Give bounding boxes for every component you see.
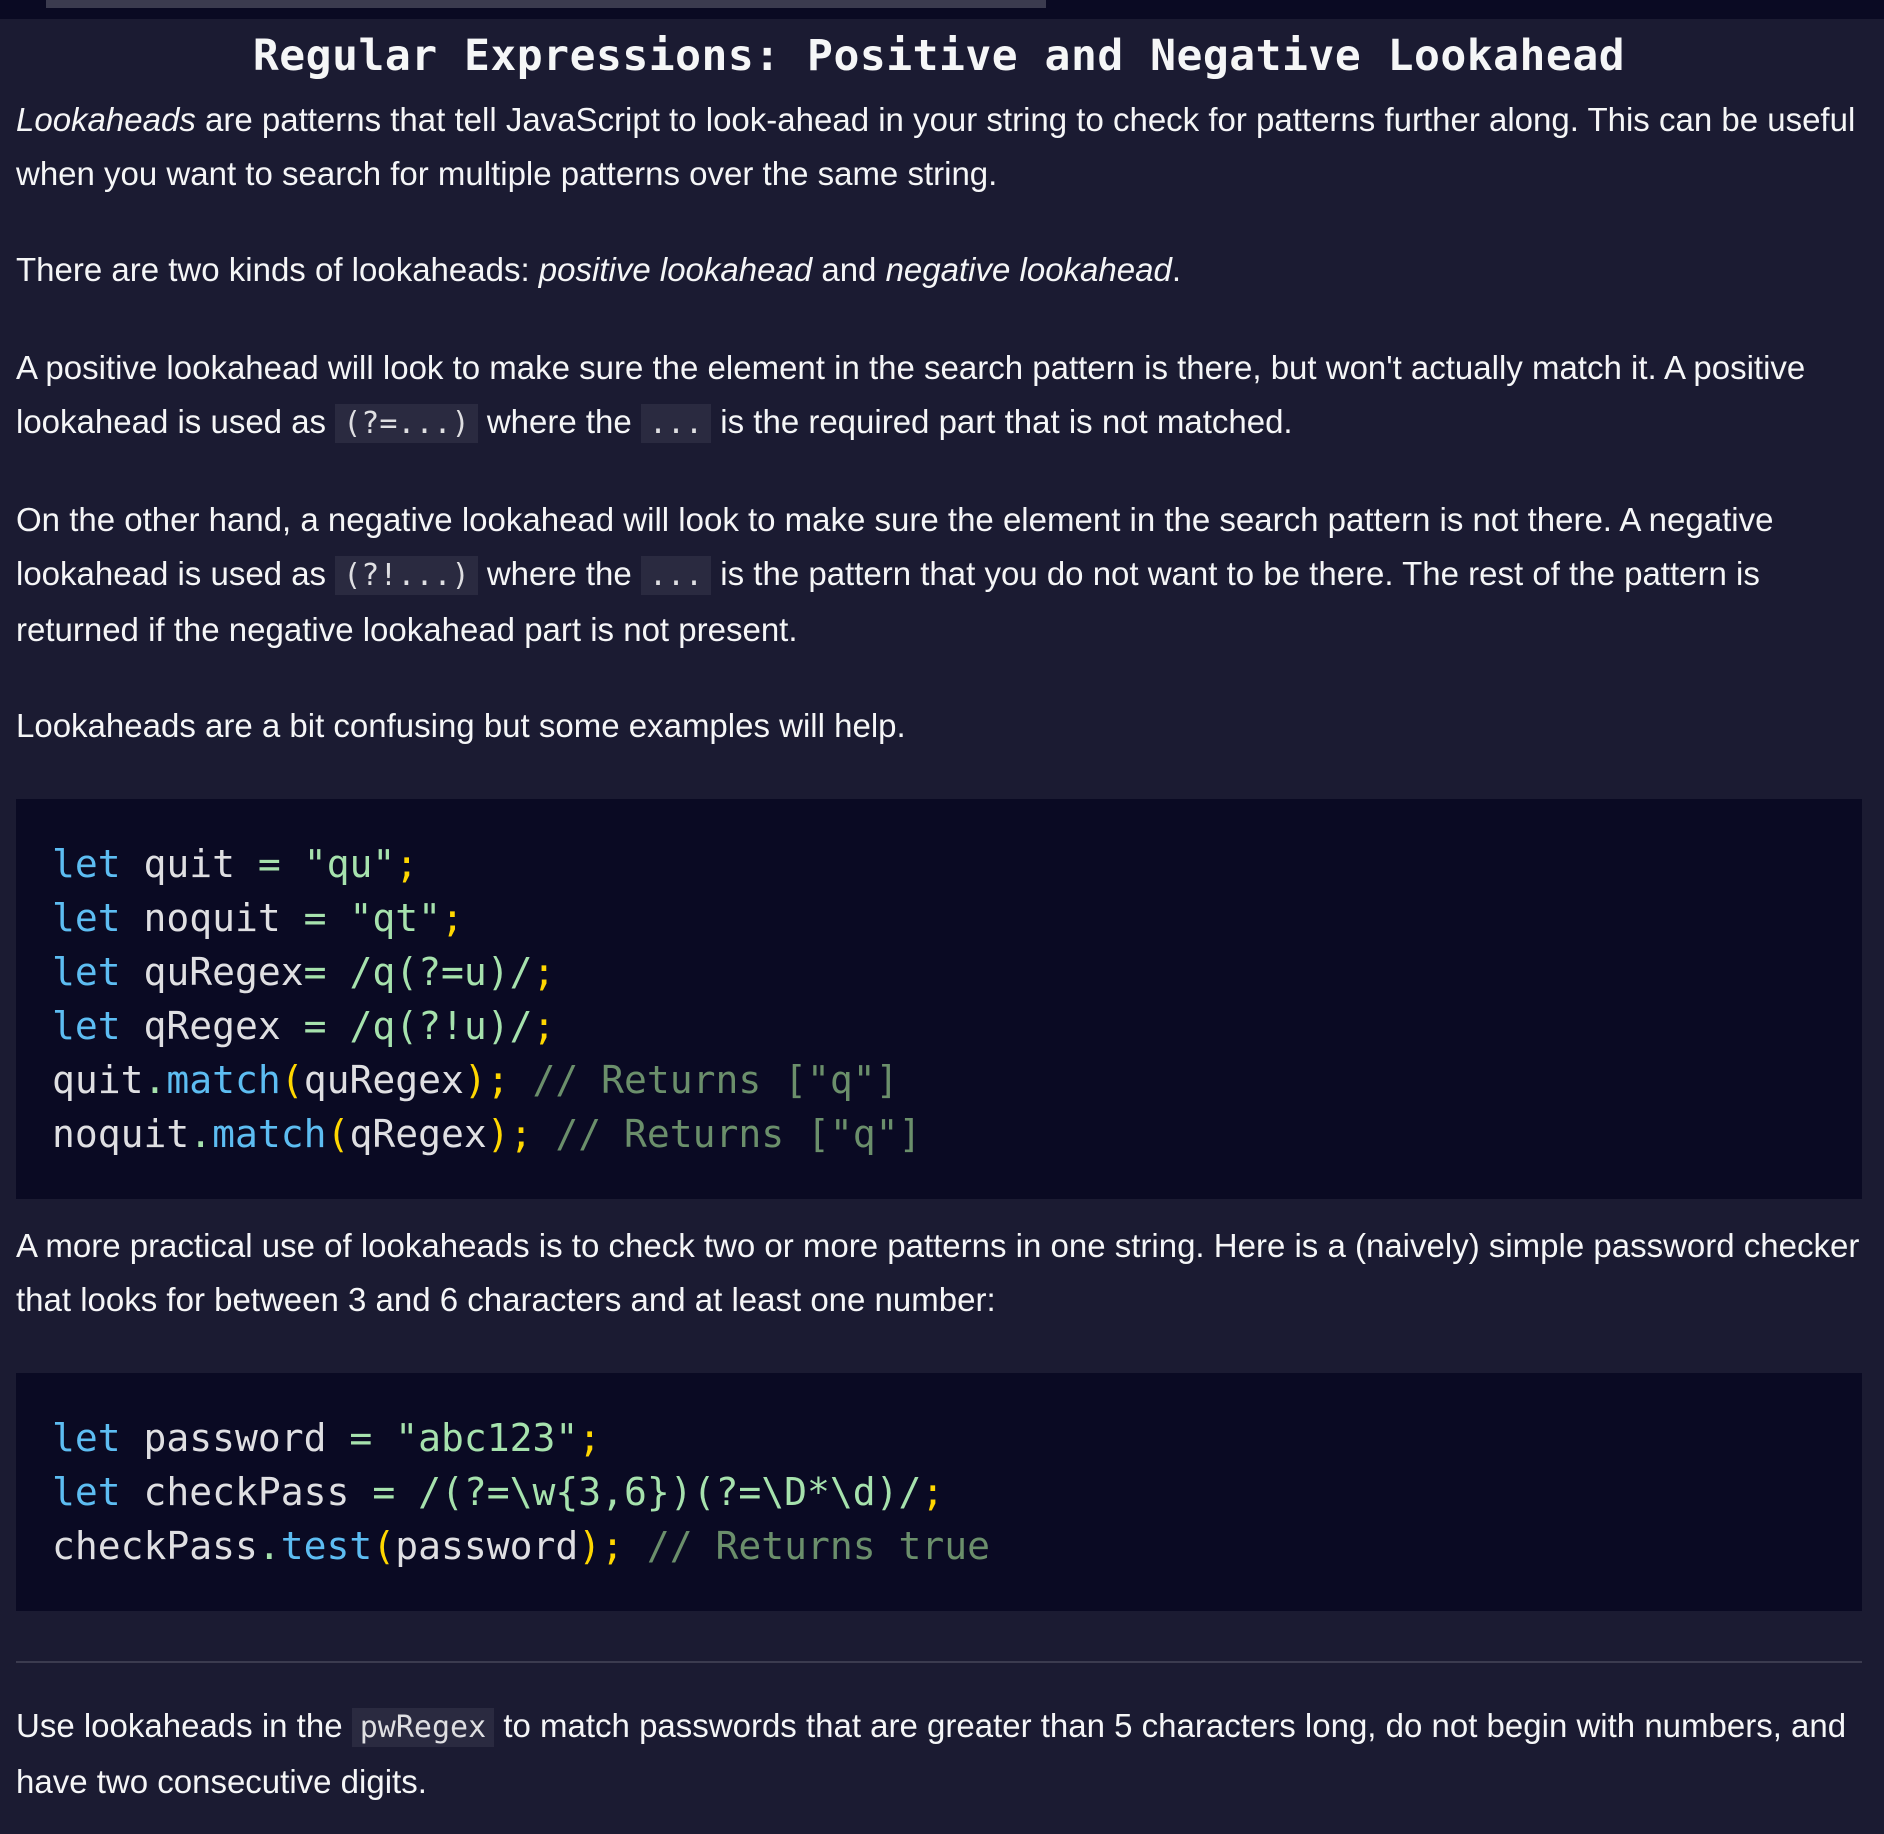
code-line: let checkPass = /(?=\w{3,6})(?=\D*\d)/;: [52, 1470, 945, 1514]
intro-paragraph: Lookaheads are patterns that tell JavaSc…: [16, 101, 1856, 192]
code-example-password: let password = "abc123"; let checkPass =…: [16, 1373, 1862, 1611]
positive-lookahead-syntax: (?=...): [335, 404, 478, 443]
negative-lookahead-paragraph: On the other hand, a negative lookahead …: [16, 501, 1774, 648]
negative-lookahead-syntax: (?!...): [335, 556, 478, 595]
challenge-description: Regular Expressions: Positive and Negati…: [16, 19, 1862, 1809]
code-example-lookahead: let quit = "qu"; let noquit = "qt"; let …: [16, 799, 1862, 1199]
pwregex-code: pwRegex: [351, 1708, 495, 1747]
practical-use-paragraph: A more practical use of lookaheads is to…: [16, 1227, 1860, 1318]
code-line: let password = "abc123";: [52, 1416, 602, 1460]
page-title: Regular Expressions: Positive and Negati…: [252, 31, 1626, 81]
negative-lookahead-term: negative lookahead: [885, 251, 1172, 288]
section-divider: [16, 1661, 1862, 1663]
code-line: quit.match(quRegex); // Returns ["q"]: [52, 1058, 899, 1102]
code-line: let qRegex = /q(?!u)/;: [52, 1004, 556, 1048]
top-progress-bar: [46, 0, 1046, 8]
code-line: checkPass.test(password); // Returns tru…: [52, 1524, 991, 1568]
code-comment: // Returns true: [646, 1524, 991, 1568]
lookaheads-term: Lookaheads: [16, 101, 196, 138]
code-line: noquit.match(qRegex); // Returns ["q"]: [52, 1112, 922, 1156]
task-instructions: Use lookaheads in the pwRegex to match p…: [16, 1707, 1847, 1800]
code-comment: // Returns ["q"]: [555, 1112, 922, 1156]
code-line: let noquit = "qt";: [52, 896, 464, 940]
positive-lookahead-paragraph: A positive lookahead will look to make s…: [16, 349, 1806, 443]
code-line: let quRegex= /q(?=u)/;: [52, 950, 556, 994]
top-bar: [0, 0, 1884, 19]
code-comment: // Returns ["q"]: [532, 1058, 899, 1102]
ellipsis-code: ...: [640, 404, 712, 443]
kinds-paragraph: There are two kinds of lookaheads: posit…: [16, 251, 1181, 288]
examples-note: Lookaheads are a bit confusing but some …: [16, 707, 906, 744]
ellipsis-code: ...: [640, 556, 712, 595]
code-line: let quit = "qu";: [52, 842, 419, 886]
positive-lookahead-term: positive lookahead: [538, 251, 813, 288]
